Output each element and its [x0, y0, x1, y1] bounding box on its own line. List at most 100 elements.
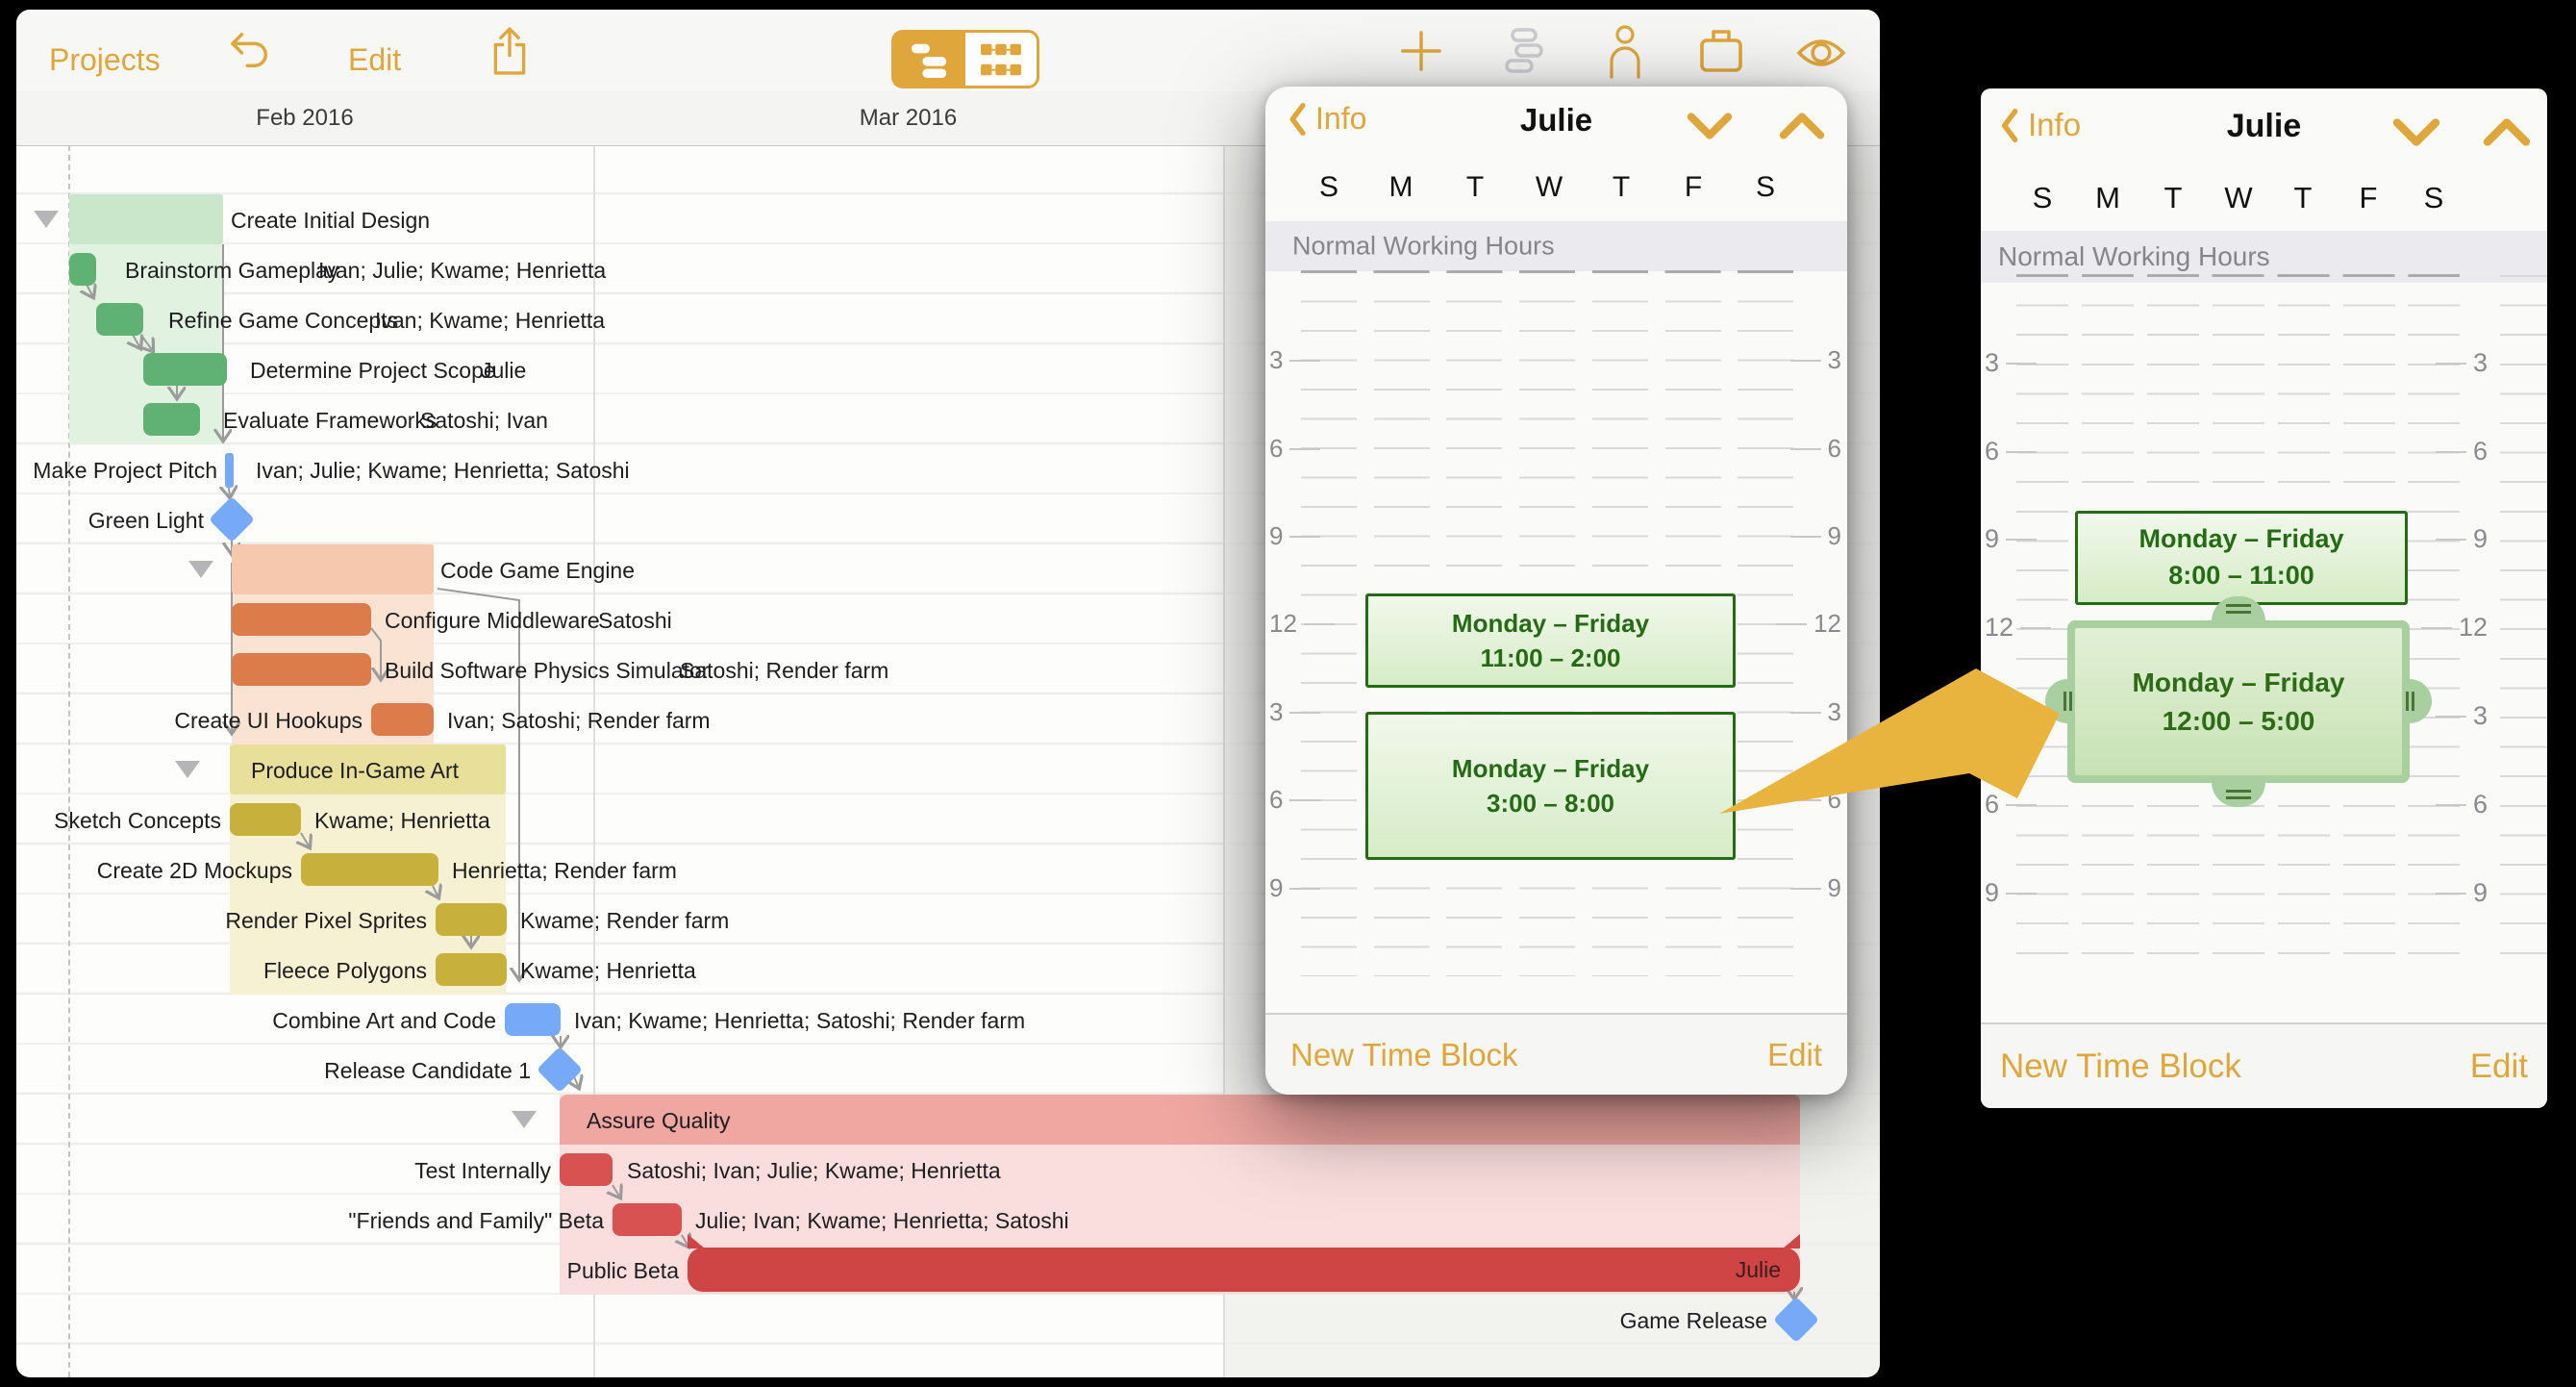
- task-resources: Satoshi; Render farm: [680, 658, 889, 683]
- day-header: S: [1755, 171, 1776, 203]
- task-bar[interactable]: [505, 1003, 561, 1036]
- day-header: S: [2423, 181, 2444, 214]
- resources-icon[interactable]: [1603, 23, 1647, 79]
- task-bar[interactable]: [143, 403, 200, 436]
- day-header: S: [1318, 171, 1339, 203]
- time-block-days: Monday – Friday: [1451, 608, 1650, 638]
- task-resources: Ivan; Julie; Kwame; Henrietta: [318, 258, 607, 283]
- task-resources: Satoshi; Ivan; Julie; Kwame; Henrietta: [627, 1158, 1001, 1183]
- view-options-eye-icon[interactable]: [1795, 35, 1847, 71]
- hour-label: 3: [1789, 345, 1841, 375]
- hour-label: 12: [1985, 613, 2052, 643]
- day-header: M: [1388, 171, 1413, 203]
- task-resources: Satoshi: [598, 608, 672, 633]
- chevron-up-icon[interactable]: [2483, 117, 2531, 147]
- task-bar[interactable]: [560, 1153, 613, 1186]
- time-block-days: Monday – Friday: [2132, 668, 2345, 698]
- task-label: Test Internally: [414, 1158, 551, 1183]
- task-label: Refine Game Concepts: [168, 308, 399, 333]
- task-resources: Kwame; Henrietta: [520, 958, 696, 983]
- disclosure-triangle[interactable]: [34, 211, 59, 228]
- share-icon[interactable]: [488, 25, 531, 77]
- projects-back-button[interactable]: Projects: [49, 42, 161, 78]
- hour-label: 3: [1269, 697, 1321, 727]
- task-bar[interactable]: [371, 703, 434, 736]
- day-header: F: [2359, 181, 2378, 214]
- task-bar[interactable]: [96, 303, 143, 336]
- time-block[interactable]: Monday – Friday 11:00 – 2:00: [1365, 593, 1736, 688]
- task-label: Sketch Concepts: [54, 808, 221, 833]
- task-bar[interactable]: [688, 1248, 1800, 1292]
- task-label: Build Software Physics Simulator: [385, 658, 710, 683]
- task-label: Code Game Engine: [440, 558, 636, 583]
- task-bar[interactable]: [436, 953, 507, 986]
- time-block-selected[interactable]: Monday – Friday 12:00 – 5:00: [2045, 596, 2432, 807]
- disclosure-triangle[interactable]: [188, 561, 213, 578]
- chevron-up-icon[interactable]: [1779, 112, 1825, 140]
- bar-assignee-label: Julie: [1735, 1257, 1781, 1282]
- task-bar[interactable]: [143, 353, 227, 386]
- hour-label: 6: [1789, 785, 1841, 815]
- chevron-down-icon[interactable]: [2392, 117, 2440, 147]
- day-header: M: [2095, 181, 2120, 214]
- time-block-hours: 8:00 – 11:00: [2168, 561, 2314, 590]
- task-bar[interactable]: [225, 453, 234, 488]
- task-resources: Julie; Ivan; Kwame; Henrietta; Satoshi: [695, 1208, 1069, 1233]
- hour-label: 3: [1269, 345, 1321, 375]
- task-bar[interactable]: [69, 253, 96, 286]
- hour-label: 12: [2420, 613, 2488, 643]
- task-bar[interactable]: [613, 1203, 682, 1236]
- inspector-briefcase-icon[interactable]: [1697, 27, 1745, 75]
- hour-label: 6: [1985, 790, 2038, 820]
- time-block[interactable]: Monday – Friday 3:00 – 8:00: [1365, 712, 1736, 860]
- tab-gantt-view[interactable]: [894, 33, 965, 86]
- hour-label: 9: [1789, 521, 1841, 551]
- tab-network-view[interactable]: [965, 33, 1037, 86]
- add-task-icon[interactable]: [1399, 29, 1443, 73]
- edit-button[interactable]: Edit: [1767, 1037, 1822, 1073]
- task-label: Combine Art and Code: [272, 1008, 496, 1033]
- popover-header: Info Julie: [1265, 87, 1847, 154]
- new-time-block-button[interactable]: New Time Block: [1290, 1037, 1518, 1073]
- task-bar[interactable]: [436, 903, 507, 936]
- hour-label: 9: [1269, 873, 1321, 903]
- task-bar[interactable]: [301, 853, 438, 886]
- popover-footer: New Time Block Edit: [1265, 1013, 1847, 1095]
- bar-end-spike: [1783, 1234, 1800, 1248]
- new-time-block-button[interactable]: New Time Block: [2000, 1047, 2241, 1086]
- group-bar[interactable]: [69, 194, 223, 244]
- day-column-partial: [2500, 275, 2547, 981]
- panel-header: Info Julie: [1981, 88, 2547, 164]
- group-bar[interactable]: [560, 1095, 1800, 1145]
- time-block-hours: 3:00 – 8:00: [1487, 789, 1614, 818]
- resource-title: Julie: [1519, 102, 1593, 138]
- section-header: Normal Working Hours: [1265, 221, 1847, 271]
- task-bar[interactable]: [230, 803, 301, 836]
- task-label: Brainstorm Gameplay: [125, 258, 339, 283]
- task-label: Render Pixel Sprites: [225, 908, 427, 933]
- midnight-line: [2016, 274, 2460, 277]
- task-bar[interactable]: [232, 653, 371, 686]
- day-header: F: [1684, 171, 1703, 203]
- time-block-days: Monday – Friday: [1451, 753, 1650, 783]
- month-label: Feb 2016: [256, 105, 354, 131]
- disclosure-triangle[interactable]: [175, 761, 200, 778]
- disclosure-triangle[interactable]: [512, 1111, 537, 1128]
- task-label: Green Light: [88, 508, 204, 533]
- hour-label: 3: [1985, 701, 2038, 731]
- hour-label: 9: [1789, 873, 1841, 903]
- chevron-down-icon[interactable]: [1687, 112, 1733, 140]
- bar-end-spike: [688, 1234, 705, 1248]
- undo-icon[interactable]: [229, 31, 273, 71]
- task-label: Fleece Polygons: [263, 958, 427, 983]
- hour-label: 9: [2435, 878, 2488, 908]
- day-header: T: [1612, 171, 1631, 203]
- edit-button[interactable]: Edit: [2470, 1047, 2528, 1086]
- day-header: W: [1535, 171, 1563, 203]
- task-label: Release Candidate 1: [324, 1058, 531, 1083]
- task-label: Public Beta: [566, 1258, 679, 1283]
- edit-button[interactable]: Edit: [348, 42, 401, 78]
- task-bar[interactable]: [232, 603, 371, 636]
- group-bar[interactable]: [232, 544, 434, 594]
- time-block[interactable]: Monday – Friday 8:00 – 11:00: [2075, 511, 2408, 605]
